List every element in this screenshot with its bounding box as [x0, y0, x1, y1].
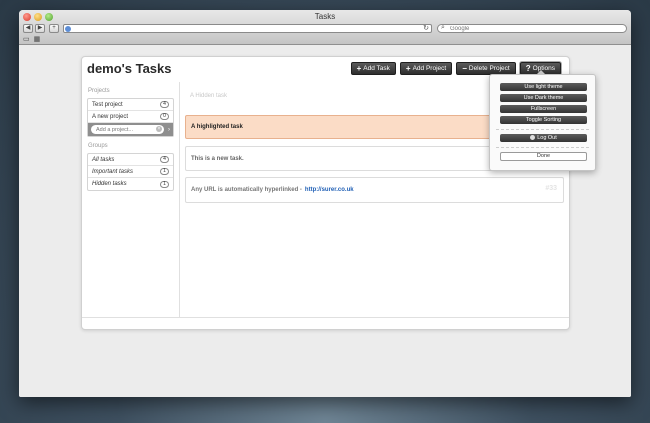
clear-icon[interactable]: × — [156, 126, 162, 132]
task-text: A highlighted task — [191, 124, 243, 130]
app-footer — [82, 317, 569, 329]
sidebar-item-new-project[interactable]: A new project 0 — [88, 111, 173, 123]
forward-button[interactable]: ▶ — [35, 24, 45, 33]
group-label: Hidden tasks — [92, 181, 127, 187]
add-project-field[interactable]: × — [91, 125, 164, 134]
add-project-input[interactable] — [96, 126, 146, 133]
add-project-label: Add Project — [412, 65, 447, 72]
browser-nav-row: ◀ ▶ + ↻ ⌕ — [23, 23, 627, 34]
reload-icon[interactable]: ↻ — [423, 24, 429, 32]
task-item-url[interactable]: Any URL is automatically hyperlinked - h… — [185, 177, 564, 203]
sidebar-item-all-tasks[interactable]: All tasks 4 — [88, 154, 173, 166]
log-out-label: Log Out — [537, 135, 557, 141]
use-dark-theme-button[interactable]: Use Dark theme — [500, 94, 587, 102]
add-task-label: Add Task — [363, 65, 390, 72]
add-project-button[interactable]: + Add Project — [399, 62, 453, 75]
page-content: demo's Tasks + Add Task + Add Project − … — [19, 45, 631, 397]
task-text: This is a new task. — [191, 155, 244, 162]
group-label: Important tasks — [92, 168, 134, 175]
search-field[interactable]: ⌕ — [437, 24, 627, 33]
options-popover: Use light theme Use Dark theme Fullscree… — [489, 70, 596, 171]
group-label: All tasks — [92, 156, 115, 163]
task-link[interactable]: http://surer.co.uk — [305, 187, 354, 193]
options-divider — [496, 129, 589, 130]
reading-list-icon[interactable]: ▭ — [23, 36, 30, 43]
log-out-button[interactable]: Log Out — [500, 134, 587, 142]
minus-icon: − — [462, 63, 467, 73]
projects-header: Projects — [88, 88, 110, 94]
fullscreen-button[interactable]: Fullscreen — [500, 105, 587, 113]
address-bar[interactable]: ↻ — [63, 24, 432, 33]
count-badge: 4 — [160, 156, 169, 163]
task-text: A Hidden task — [190, 93, 228, 99]
projects-list: Test project 4 A new project 0 × › — [87, 98, 174, 137]
add-bookmark-button[interactable]: + — [49, 24, 59, 33]
back-button[interactable]: ◀ — [23, 24, 33, 33]
count-badge: 1 — [160, 180, 169, 188]
add-task-button[interactable]: + Add Task — [350, 62, 396, 75]
delete-project-label: Delete Project — [468, 65, 510, 72]
browser-window: Tasks ◀ ▶ + ↻ ⌕ ▭ ▦ demo's Tasks + — [19, 10, 631, 397]
toggle-sorting-button[interactable]: Toggle Sorting — [500, 116, 587, 124]
chevron-right-icon[interactable]: › — [168, 127, 170, 133]
count-badge: 0 — [160, 113, 169, 120]
project-label: Test project — [92, 101, 123, 108]
browser-titlebar: Tasks ◀ ▶ + ↻ ⌕ ▭ ▦ — [19, 10, 631, 45]
page-title: demo's Tasks — [87, 61, 172, 76]
bookmarks-bar: ▭ ▦ — [23, 36, 40, 43]
add-project-row: × › — [88, 123, 173, 136]
plus-icon: + — [405, 63, 411, 73]
window-title: Tasks — [314, 12, 336, 21]
plus-icon: + — [356, 63, 362, 73]
groups-list: All tasks 4 Important tasks 1 Hidden tas… — [87, 153, 174, 191]
sidebar-item-important-tasks[interactable]: Important tasks 1 — [88, 166, 173, 178]
options-divider — [496, 147, 589, 148]
globe-icon — [65, 26, 71, 32]
task-id: #33 — [545, 185, 557, 192]
search-icon: ⌕ — [441, 24, 445, 31]
use-light-theme-button[interactable]: Use light theme — [500, 83, 587, 91]
project-label: A new project — [92, 113, 129, 120]
done-button[interactable]: Done — [500, 152, 587, 161]
search-input[interactable] — [450, 25, 600, 32]
sidebar: Projects Test project 4 A new project 0 … — [82, 82, 180, 317]
count-badge: 4 — [160, 101, 169, 108]
task-text: Any URL is automatically hyperlinked - — [191, 187, 302, 193]
count-badge: 1 — [160, 168, 169, 175]
sidebar-item-test-project[interactable]: Test project 4 — [88, 99, 173, 111]
sidebar-item-hidden-tasks[interactable]: Hidden tasks 1 — [88, 178, 173, 190]
groups-header: Groups — [88, 143, 108, 149]
question-icon: ? — [525, 63, 531, 73]
top-sites-icon[interactable]: ▦ — [34, 36, 41, 43]
power-icon — [530, 135, 536, 141]
